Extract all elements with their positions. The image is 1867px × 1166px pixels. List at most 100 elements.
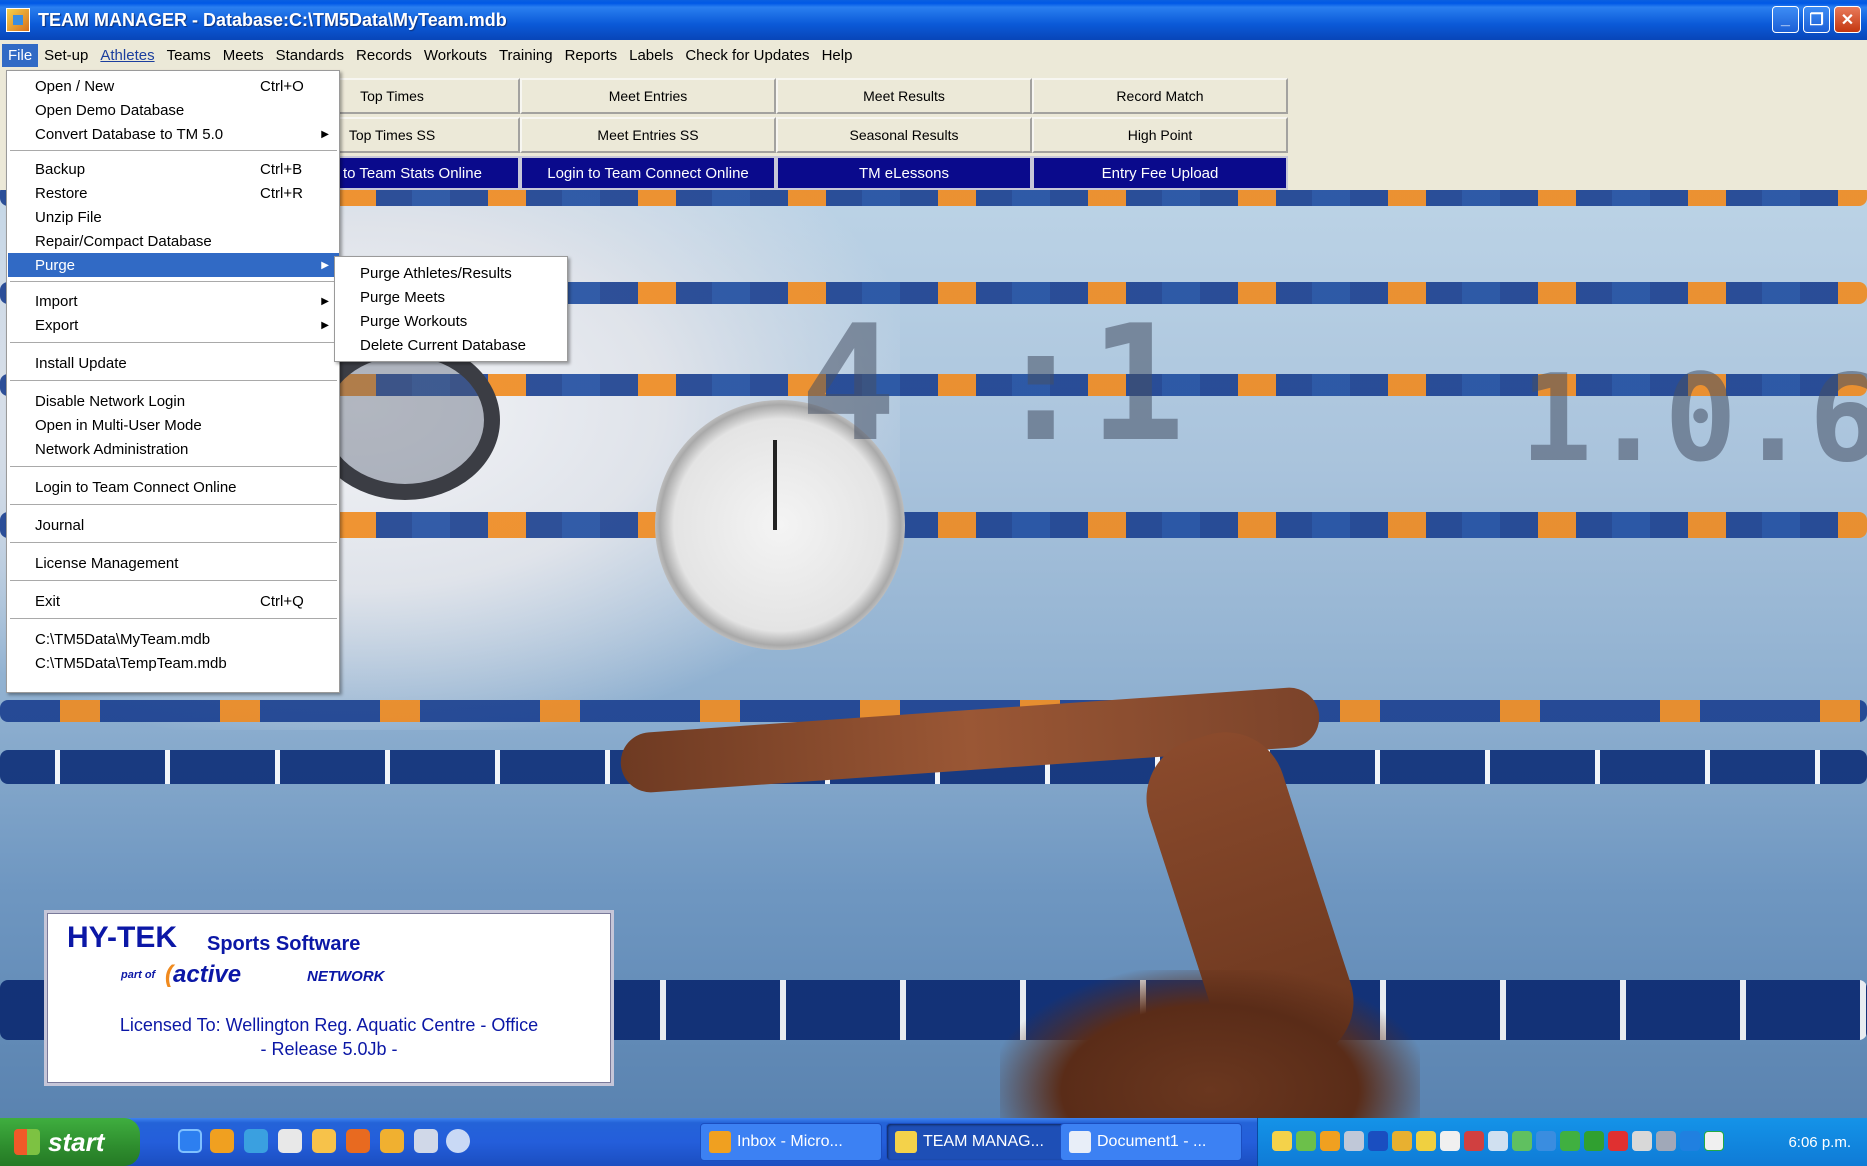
entry-fee-upload-button[interactable]: Entry Fee Upload [1032,156,1288,190]
menu-athletes[interactable]: Athletes [94,44,160,67]
app-icon[interactable] [6,8,30,32]
menu-import[interactable]: Import ▶ [8,289,339,313]
menu-export[interactable]: Export ▶ [8,313,339,337]
minimize-button[interactable]: _ [1772,6,1799,33]
media-icon[interactable] [346,1129,370,1153]
antivirus-icon[interactable] [1608,1131,1628,1151]
tray-app-icon[interactable] [1560,1131,1580,1151]
sports-software-label: Sports Software [207,933,361,955]
network-word: NETWORK [307,968,385,985]
tray-app-icon[interactable] [1680,1131,1700,1151]
tray-app-icon[interactable] [1344,1131,1364,1151]
submenu-arrow-icon: ▶ [321,295,329,307]
volume-icon[interactable] [1440,1131,1460,1151]
menu-open-demo[interactable]: Open Demo Database [8,98,339,122]
security-icon[interactable] [1416,1131,1436,1151]
meet-entries-button[interactable]: Meet Entries [520,78,776,114]
menu-journal[interactable]: Journal [8,513,339,537]
menu-convert[interactable]: Convert Database to TM 5.0 ▶ [8,122,339,146]
tray-app-icon[interactable] [1584,1131,1604,1151]
team-connect-online-button[interactable]: Login to Team Connect Online [520,156,776,190]
task-team-manager[interactable]: TEAM MANAG... [886,1123,1068,1161]
menu-teams[interactable]: Teams [161,44,217,67]
tray-app-icon[interactable] [1392,1131,1412,1151]
tray-app-icon[interactable] [1296,1131,1316,1151]
menu-separator [10,466,337,468]
menu-login-team-connect[interactable]: Login to Team Connect Online [8,475,339,499]
tray-app-icon[interactable] [1512,1131,1532,1151]
menu-exit[interactable]: Exit Ctrl+Q [8,589,339,613]
network-icon[interactable] [1488,1131,1508,1151]
menu-separator [10,342,337,344]
menu-file[interactable]: File [2,43,39,67]
menu-help[interactable]: Help [816,44,859,67]
menu-meets[interactable]: Meets [217,44,270,67]
menu-training[interactable]: Training [493,44,559,67]
menu-recent-2[interactable]: C:\TM5Data\TempTeam.mdb [8,651,339,675]
calculator-icon[interactable] [414,1129,438,1153]
tray-app-icon[interactable] [1464,1131,1484,1151]
outlook-icon[interactable] [210,1129,234,1153]
restore-button[interactable]: ❐ [1803,6,1830,33]
close-button[interactable]: ✕ [1834,6,1861,33]
tray-app-icon[interactable] [1632,1131,1652,1151]
menu-separator [10,504,337,506]
menu-purge-workouts[interactable]: Purge Workouts [336,309,567,333]
task-document1[interactable]: Document1 - ... [1060,1123,1242,1161]
menu-disable-network[interactable]: Disable Network Login [8,389,339,413]
menu-purge-athletes[interactable]: Purge Athletes/Results [336,261,567,285]
menu-import-label: Import [35,292,78,310]
seasonal-results-button[interactable]: Seasonal Results [776,117,1032,153]
bluetooth-icon[interactable] [1368,1131,1388,1151]
firefox-icon[interactable] [244,1129,268,1153]
messenger-icon[interactable] [380,1129,404,1153]
menu-repair[interactable]: Repair/Compact Database [8,229,339,253]
window-title: TEAM MANAGER - Database:C:\TM5Data\MyTea… [38,9,507,30]
menu-recent-1[interactable]: C:\TM5Data\MyTeam.mdb [8,627,339,651]
task-inbox[interactable]: Inbox - Micro... [700,1123,882,1161]
app-launcher-icon[interactable] [446,1129,470,1153]
folder-icon[interactable] [312,1129,336,1153]
menu-setup[interactable]: Set-up [38,44,94,67]
ie-icon[interactable] [178,1129,202,1153]
tm-elessons-button[interactable]: TM eLessons [776,156,1032,190]
menu-backup[interactable]: Backup Ctrl+B [8,157,339,181]
submenu-arrow-icon: ▶ [321,319,329,331]
menu-unzip[interactable]: Unzip File [8,205,339,229]
menu-records[interactable]: Records [350,44,418,67]
menu-check-updates[interactable]: Check for Updates [679,44,815,67]
meet-entries-ss-button[interactable]: Meet Entries SS [520,117,776,153]
menu-purge-meets[interactable]: Purge Meets [336,285,567,309]
menu-workouts[interactable]: Workouts [418,44,493,67]
tray-app-icon[interactable] [1656,1131,1676,1151]
tray-app-icon[interactable] [1320,1131,1340,1151]
desktop-icon[interactable] [278,1129,302,1153]
hytek-logo: HY-TEK [67,921,178,954]
window-controls: _ ❐ ✕ [1772,6,1861,33]
submenu-arrow-icon: ▶ [321,128,329,140]
mail-icon[interactable] [1272,1131,1292,1151]
menu-license[interactable]: License Management [8,551,339,575]
tray-app-icon[interactable] [1536,1131,1556,1151]
tray-app-icon[interactable] [1704,1131,1724,1151]
menu-standards[interactable]: Standards [270,44,350,67]
clock[interactable]: 6:06 p.m. [1788,1118,1851,1166]
high-point-button[interactable]: High Point [1032,117,1288,153]
menu-multi-user[interactable]: Open in Multi-User Mode [8,413,339,437]
menu-restore[interactable]: Restore Ctrl+R [8,181,339,205]
meet-results-button[interactable]: Meet Results [776,78,1032,114]
menu-network-admin[interactable]: Network Administration [8,437,339,461]
menu-delete-database[interactable]: Delete Current Database [336,333,567,357]
record-match-button[interactable]: Record Match [1032,78,1288,114]
start-button[interactable]: start [0,1118,140,1166]
shortcut-label: Ctrl+B [260,160,303,178]
taskbar: start Inbox - Micro... TEAM MANAG... Doc… [0,1118,1867,1166]
menu-separator [10,542,337,544]
scoreboard-digit: 4 :1 [800,290,1186,477]
team-manager-icon [895,1131,917,1153]
menu-open-new[interactable]: Open / New Ctrl+O [8,74,339,98]
menu-install-update[interactable]: Install Update [8,351,339,375]
menu-reports[interactable]: Reports [559,44,624,67]
menu-labels[interactable]: Labels [623,44,679,67]
menu-purge[interactable]: Purge ▶ [8,253,339,277]
